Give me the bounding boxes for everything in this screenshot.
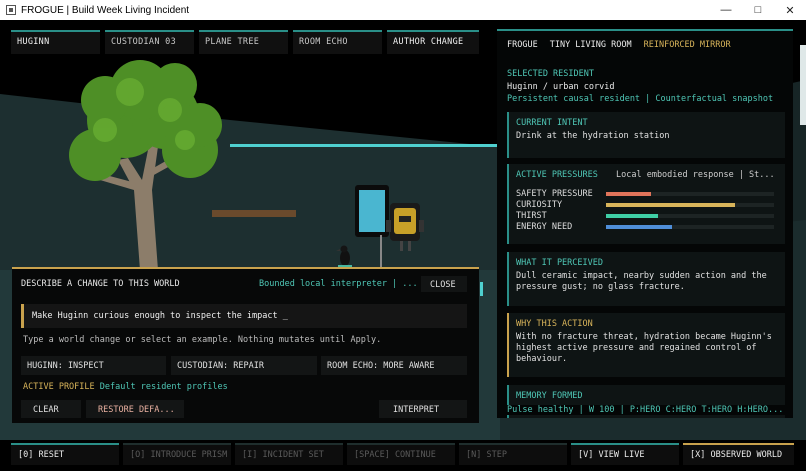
button-label: ROOM ECHO: MORE AWARE	[327, 361, 435, 371]
close-button[interactable]: CLOSE	[421, 276, 467, 292]
close-icon[interactable]: ✕	[774, 0, 806, 20]
section-title: WHAT IT PERCEIVED	[516, 258, 603, 268]
wooden-plank	[212, 210, 296, 217]
tab-custodian-03[interactable]: CUSTODIAN 03	[105, 30, 194, 54]
example-huginn-inspect-button[interactable]: HUGINN: INSPECT	[21, 356, 166, 375]
tab-label: HUGINN	[17, 37, 50, 47]
button-label: [I] INCIDENT SET	[242, 450, 324, 460]
window-titlebar: FROGUE | Build Week Living Incident — □ …	[0, 0, 806, 20]
button-label: CUSTODIAN: REPAIR	[177, 361, 264, 371]
brand-label: FROGUE	[507, 40, 538, 50]
app-icon	[6, 5, 16, 15]
reset-button[interactable]: [0] RESET	[11, 443, 119, 465]
pressures-subtitle: Local embodied response | St...	[616, 170, 775, 180]
observed-world-button[interactable]: [X] OBSERVED WORLD	[683, 443, 794, 465]
button-label: [N] STEP	[466, 450, 507, 460]
button-label: CLEAR	[33, 405, 59, 415]
back-wall	[0, 94, 500, 270]
scene-edge-highlight	[800, 45, 806, 125]
tab-label: CUSTODIAN 03	[111, 37, 177, 47]
pressure-bar	[606, 203, 774, 207]
button-label: RESTORE DEFA...	[98, 405, 175, 415]
active-profile: ACTIVE PROFILE Default resident profiles	[23, 382, 228, 392]
pressure-label: CURIOSITY	[516, 200, 563, 210]
example-custodian-repair-button[interactable]: CUSTODIAN: REPAIR	[171, 356, 317, 375]
resident-tags: Persistent causal resident | Counterfact…	[507, 94, 774, 104]
window-title: FROGUE | Build Week Living Incident	[21, 4, 190, 16]
tab-label: ROOM ECHO	[299, 37, 348, 47]
mode-label: REINFORCED MIRROR	[643, 40, 731, 50]
button-label: [0] RESET	[18, 450, 65, 460]
restore-defaults-button[interactable]: RESTORE DEFA...	[86, 400, 184, 418]
introduce-prism-button[interactable]: [O] INTRODUCE PRISM	[123, 443, 231, 465]
room-label: TINY LIVING ROOM	[549, 40, 632, 50]
clear-button[interactable]: CLEAR	[21, 400, 81, 418]
view-live-button[interactable]: [V] VIEW LIVE	[571, 443, 679, 465]
section-title: MEMORY FORMED	[516, 391, 583, 401]
button-label: HUGINN: INSPECT	[27, 361, 104, 371]
tab-plane-tree[interactable]: PLANE TREE	[199, 30, 288, 54]
section-title: WHY THIS ACTION	[516, 319, 593, 329]
step-button[interactable]: [N] STEP	[459, 443, 567, 465]
example-room-echo-aware-button[interactable]: ROOM ECHO: MORE AWARE	[321, 356, 467, 375]
resident-name: Huginn / urban corvid	[507, 82, 615, 92]
button-label: [SPACE] CONTINUE	[354, 450, 436, 460]
minimize-icon[interactable]: —	[710, 0, 742, 20]
profile-label: ACTIVE PROFILE	[23, 382, 95, 392]
perceived-text: Dull ceramic impact, nearby sudden actio…	[516, 271, 767, 292]
current-intent-text: Drink at the hydration station	[516, 131, 670, 141]
pressure-label: THIRST	[516, 211, 547, 221]
command-bar: [0] RESET [O] INTRODUCE PRISM [I] INCIDE…	[0, 440, 806, 471]
button-label: INTERPRET	[393, 405, 440, 415]
continue-button[interactable]: [SPACE] CONTINUE	[347, 443, 455, 465]
interpret-button[interactable]: INTERPRET	[379, 400, 467, 418]
tab-huginn[interactable]: HUGINN	[11, 30, 100, 54]
pressure-label: ENERGY NEED	[516, 222, 573, 232]
why-text: With no fracture threat, hydration becam…	[516, 332, 772, 364]
button-label: [X] OBSERVED WORLD	[690, 450, 783, 460]
section-title: CURRENT INTENT	[516, 118, 588, 128]
tab-author-change[interactable]: AUTHOR CHANGE	[387, 30, 479, 54]
current-intent-section: CURRENT INTENT Drink at the hydration st…	[507, 112, 785, 158]
mirror-stand	[380, 235, 382, 267]
status-line: Pulse healthy | W 100 | P:HERO C:HERO T:…	[507, 405, 787, 415]
pressure-bar-fill	[606, 203, 736, 207]
maximize-icon[interactable]: □	[742, 0, 774, 20]
tab-label: PLANE TREE	[205, 37, 260, 47]
tab-label: AUTHOR CHANGE	[393, 37, 464, 47]
incident-set-button[interactable]: [I] INCIDENT SET	[235, 443, 343, 465]
section-title: ACTIVE PRESSURES	[516, 170, 598, 180]
why-this-action-section: WHY THIS ACTION With no fracture threat,…	[507, 313, 785, 377]
resident-inspector-panel[interactable]: FROGUE TINY LIVING ROOM REINFORCED MIRRO…	[497, 29, 793, 418]
profile-value: Default resident profiles	[99, 382, 228, 392]
dialog-title: DESCRIBE A CHANGE TO THIS WORLD	[21, 279, 180, 289]
change-input[interactable]: Make Huginn curious enough to inspect th…	[21, 304, 467, 328]
pressure-bar-fill	[606, 214, 659, 218]
wall-light-strip	[230, 144, 498, 147]
pressure-bar-fill	[606, 192, 652, 196]
what-it-perceived-section: WHAT IT PERCEIVED Dull ceramic impact, n…	[507, 252, 785, 306]
pressure-bar	[606, 192, 774, 196]
pressure-bar	[606, 214, 774, 218]
button-label: [O] INTRODUCE PRISM	[130, 450, 228, 460]
pressure-bar-fill	[606, 225, 672, 229]
scene-marker	[480, 282, 483, 296]
selected-resident-label: SELECTED RESIDENT	[507, 69, 594, 79]
pressure-label: SAFETY PRESSURE	[516, 189, 593, 199]
mirror-glass	[359, 190, 385, 232]
panel-header: FROGUE TINY LIVING ROOM REINFORCED MIRRO…	[507, 40, 731, 50]
help-text: Type a world change or select an example…	[23, 335, 382, 345]
pressure-bar	[606, 225, 774, 229]
interpreter-label: Bounded local interpreter | ...	[259, 279, 418, 289]
active-pressures-section: ACTIVE PRESSURES Local embodied response…	[507, 164, 785, 244]
change-world-dialog[interactable]: DESCRIBE A CHANGE TO THIS WORLD Bounded …	[12, 267, 479, 423]
button-label: [V] VIEW LIVE	[578, 450, 645, 460]
tab-room-echo[interactable]: ROOM ECHO	[293, 30, 382, 54]
